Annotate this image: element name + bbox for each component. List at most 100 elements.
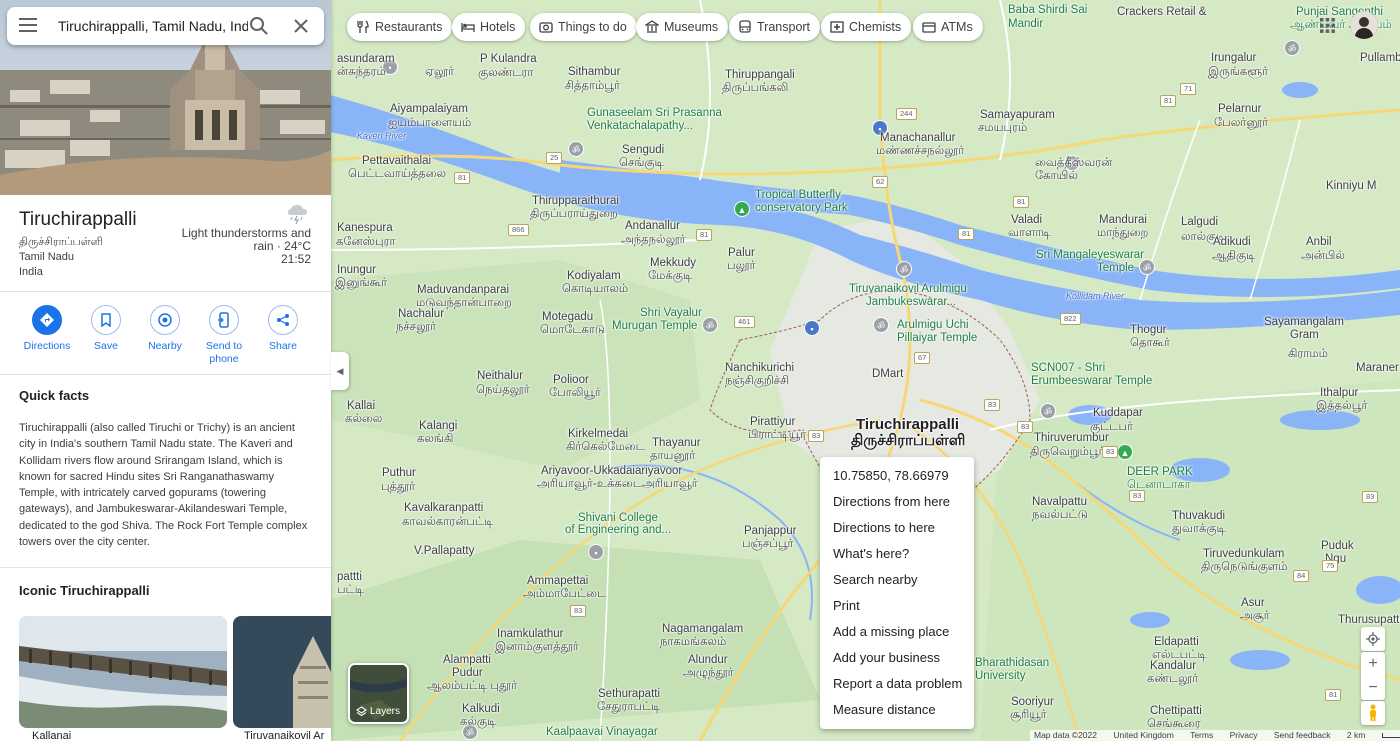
map-label-irungalur-ta[interactable]: இருங்களூர்	[1208, 66, 1268, 79]
map-label-inamkulathur-ta[interactable]: இனாம்குளத்தூர்	[495, 641, 579, 654]
map-label-kalkudi[interactable]: Kalkudi	[462, 703, 500, 716]
map-label-inungur-ta[interactable]: இனுங்கூர்	[335, 277, 387, 290]
map-label-ariyavoor[interactable]: Ariyavoor-Ukkadaiariyavoor	[541, 465, 682, 478]
temple-pin-icon[interactable]: ॐ	[896, 261, 912, 277]
map-label-valadi-ta[interactable]: வாளாடி	[1008, 227, 1051, 240]
menu-item-directions-to-here[interactable]: Directions to here	[820, 515, 974, 541]
map-label-shrivayalur2[interactable]: Murugan Temple	[612, 320, 697, 333]
map-label-thiruppangali-ta[interactable]: திருப்பங்கலி	[722, 82, 788, 95]
map-label-inamkulathur[interactable]: Inamkulathur	[497, 628, 563, 641]
map-label-palur[interactable]: Palur	[728, 247, 755, 260]
map-label-uchi2[interactable]: Pillaiyar Temple	[897, 332, 977, 345]
zoom-out-button[interactable]: −	[1361, 676, 1385, 700]
map-label-puthur[interactable]: Puthur	[382, 467, 416, 480]
map-label-thurusupatti[interactable]: Thurusupatti	[1338, 614, 1400, 627]
map-label-andanallur[interactable]: Andanallur	[625, 220, 680, 233]
map-label-sengudi[interactable]: Sengudi	[622, 144, 664, 157]
map-label-nachalur-ta[interactable]: நச்சலூர்	[396, 321, 436, 334]
chip-museums[interactable]: Museums	[636, 13, 729, 41]
map-label-kanespura[interactable]: Kanespura	[337, 222, 393, 235]
map-label-pirattiyur[interactable]: Pirattiyur	[750, 416, 795, 429]
map-label-ammapettai[interactable]: Ammapettai	[527, 575, 588, 588]
chip-chemists[interactable]: Chemists	[821, 13, 912, 41]
map-label-nanchikurichi[interactable]: Nanchikurichi	[725, 362, 794, 375]
menu-item-add-business[interactable]: Add your business	[820, 645, 974, 671]
map-label-butterfly[interactable]: Tropical Butterfly	[755, 189, 841, 202]
map-label-asur-ta[interactable]: அசூர்	[1240, 610, 1270, 623]
map-label-tiruvedunkulam[interactable]: Tiruvedunkulam	[1203, 548, 1284, 561]
map-label-neithalur-ta[interactable]: நெய்தலூர்	[476, 384, 530, 397]
map-label-thayanur[interactable]: Thayanur	[652, 437, 701, 450]
map-label-pkulandra-ta[interactable]: குலண்டரா	[478, 67, 533, 80]
map-label-scn2[interactable]: Erumbeeswarar Temple	[1031, 375, 1152, 388]
map-label-sayamangalam[interactable]: Sayamangalam	[1264, 316, 1344, 329]
map-label-panjappur-ta[interactable]: பஞ்சப்பூர்	[742, 538, 794, 551]
temple-pin-icon[interactable]: ॐ	[702, 317, 718, 333]
map-label-trichy[interactable]: Tiruchirappalli	[856, 416, 959, 433]
map-label-pudukudi[interactable]: Puduk	[1321, 540, 1354, 553]
map-label-anbil-ta[interactable]: அன்பில்	[1301, 250, 1345, 263]
menu-item-directions-from-here[interactable]: Directions from here	[820, 489, 974, 515]
map-label-ithalpur-ta[interactable]: இத்தல்பூர்	[1316, 400, 1367, 413]
map-label-thirupparaithurai-ta[interactable]: திருப்பராய்துறை	[530, 208, 618, 221]
map-label-sooriyur[interactable]: Sooriyur	[1011, 696, 1054, 709]
map-label-samayapuram-ta[interactable]: சமயபுரம்	[978, 122, 1027, 135]
directions-button[interactable]: Directions	[17, 305, 77, 353]
map-label-alampatti2[interactable]: Pudur	[452, 667, 483, 680]
map-label-sooriyur-ta[interactable]: சூரியூர்	[1010, 709, 1047, 722]
map-label-alundur-ta[interactable]: அழுந்தூர்	[683, 667, 734, 680]
map-label-asur[interactable]: Asur	[1241, 597, 1265, 610]
map-label-manachanallur-ta[interactable]: மண்ணச்சநல்லூர்	[876, 145, 964, 158]
map-label-pattiw[interactable]: pattti	[337, 571, 362, 584]
map-label-ariyavoor-ta[interactable]: அரியாவூர்-உக்கடைஅரியாவூர்	[537, 478, 698, 491]
map-label-eldapatti[interactable]: Eldapatti	[1154, 636, 1199, 649]
map-label-vpallapatty[interactable]: V.Pallapatty	[414, 545, 474, 558]
map-label-bharathidasan[interactable]: Bharathidasan	[975, 657, 1049, 670]
avatar[interactable]	[1350, 11, 1378, 39]
map-label-samayapuram[interactable]: Samayapuram	[980, 109, 1055, 122]
close-icon[interactable]	[289, 14, 313, 38]
map-label-kirkelmedai[interactable]: Kirkelmedai	[568, 428, 628, 441]
map-label-deerpark[interactable]: DEER PARK	[1127, 466, 1193, 479]
map-label-inungur[interactable]: Inungur	[337, 264, 376, 277]
map-label-kavalkaranpatti[interactable]: Kavalkaranpatti	[404, 502, 483, 515]
map-label-polioor[interactable]: Polioor	[553, 374, 589, 387]
map-label-srirangam-temple2[interactable]: Temple	[1097, 262, 1134, 275]
menu-icon[interactable]	[19, 18, 37, 34]
menu-item-print[interactable]: Print	[820, 593, 974, 619]
map-label-srirangam-temple[interactable]: Sri Mangaleyeswarar	[1036, 249, 1144, 262]
chip-hotels[interactable]: Hotels	[452, 13, 526, 41]
chip-transport[interactable]: Transport	[729, 13, 821, 41]
menu-item-add-missing-place[interactable]: Add a missing place	[820, 619, 974, 645]
map-label-sasundarar[interactable]: asundaram	[337, 53, 395, 66]
map-label-ammapettai-ta[interactable]: அம்மாபேட்டை	[523, 588, 606, 601]
map-label-kollidam-river[interactable]: Kollidam River	[1066, 290, 1124, 303]
map-label-sayamangalam2[interactable]: Gram	[1290, 329, 1319, 342]
map-label-vinayagar[interactable]: Kaalpaavai Vinayagar	[546, 726, 658, 739]
temple-pin-icon[interactable]: ॐ	[873, 317, 889, 333]
map-label-baba2[interactable]: Mandir	[1008, 18, 1043, 31]
map-label-mekkudy-ta[interactable]: மேக்குடி	[648, 270, 692, 283]
map-label-sethurapatti[interactable]: Sethurapatti	[598, 688, 660, 701]
map-label-kodiyalam[interactable]: Kodiyalam	[567, 270, 621, 283]
map-label-thiruverumbur[interactable]: Thiruverumbur	[1034, 432, 1109, 445]
map-label-nachalur[interactable]: Nachalur	[398, 308, 444, 321]
map-label-thirupparaithurai[interactable]: Thirupparaithurai	[532, 195, 619, 208]
map-label-nanchikurichi-ta[interactable]: நஞ்சிகுறிச்சி	[725, 375, 789, 388]
scale-label[interactable]: 2 km	[1347, 730, 1400, 740]
park-pin-icon[interactable]: ▲	[1117, 444, 1133, 460]
map-label-alundur[interactable]: Alundur	[688, 654, 728, 667]
map-label-kavalkaranpatti-ta[interactable]: காவல்காரன்பட்டி	[402, 516, 493, 529]
map-label-thayanur-ta[interactable]: தாயனூர்	[650, 450, 695, 463]
map-label-pullambadi[interactable]: Pullamb	[1360, 52, 1400, 65]
map-label-gunaseelam[interactable]: Gunaseelam Sri Prasanna	[587, 107, 722, 120]
map-label-kanespura-ta[interactable]: கனேஸ்புரா	[336, 236, 396, 249]
map-label-irungalur[interactable]: Irungalur	[1211, 52, 1256, 65]
park-pin-icon[interactable]: ▲	[734, 201, 750, 217]
map-label-kallai-ta[interactable]: கல்லை	[345, 413, 382, 426]
map-label-sethurapatti-ta[interactable]: சேதுராபட்டி	[597, 701, 660, 714]
my-location-button[interactable]	[1361, 627, 1385, 651]
search-icon[interactable]	[247, 14, 271, 38]
map-label-kalangi[interactable]: Kalangi	[419, 420, 457, 433]
map-label-kallai[interactable]: Kallai	[347, 400, 375, 413]
